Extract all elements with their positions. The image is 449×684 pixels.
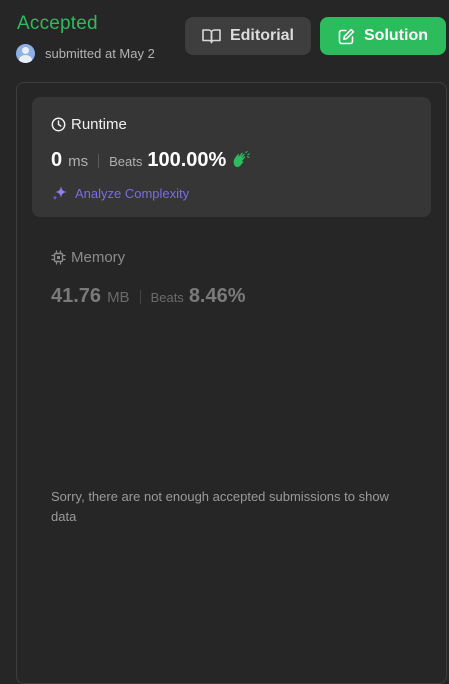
- editorial-label: Editorial: [229, 27, 294, 44]
- runtime-panel[interactable]: Runtime 0 ms Beats 100.00% Analyze Compl…: [32, 97, 431, 217]
- memory-value: 41.76: [51, 285, 102, 307]
- solution-button[interactable]: Solution: [320, 17, 446, 55]
- submitted-row: submitted at May 2: [16, 43, 168, 63]
- runtime-divider: [98, 154, 100, 168]
- runtime-beats-value: 100.00%: [147, 149, 227, 171]
- status-accepted: Accepted: [17, 13, 98, 34]
- editorial-button[interactable]: Editorial: [185, 17, 311, 55]
- sparkle-icon: [52, 186, 67, 201]
- user-avatar-icon[interactable]: [16, 43, 35, 63]
- submitted-time: submitted at May 2: [45, 45, 155, 61]
- clock-icon: [51, 117, 66, 132]
- analyze-complexity-label: Analyze Complexity: [75, 185, 190, 201]
- memory-stat-row: 41.76 MB Beats 8.46%: [51, 285, 246, 308]
- edit-icon: [338, 28, 355, 44]
- submission-stats-card: Runtime 0 ms Beats 100.00% Analyze Compl…: [16, 82, 447, 684]
- runtime-value: 0: [51, 149, 63, 171]
- clap-icon: [234, 151, 251, 168]
- solution-label: Solution: [364, 27, 428, 44]
- runtime-heading: Runtime: [51, 116, 127, 133]
- memory-heading[interactable]: Memory: [51, 249, 125, 266]
- memory-beats-label: Beats: [150, 290, 184, 305]
- runtime-stat-row: 0 ms Beats 100.00%: [51, 149, 251, 172]
- chip-icon: [51, 250, 66, 265]
- memory-beats-value: 8.46%: [188, 285, 246, 307]
- book-icon: [202, 29, 221, 44]
- memory-heading-label: Memory: [71, 249, 126, 266]
- runtime-unit: ms: [68, 153, 89, 170]
- memory-divider: [139, 290, 141, 304]
- memory-unit: MB: [107, 289, 130, 306]
- submission-header: Accepted submitted at May 2 Editorial So…: [0, 0, 449, 80]
- runtime-beats-label: Beats: [109, 154, 143, 169]
- runtime-heading-label: Runtime: [71, 116, 127, 133]
- analyze-complexity-link[interactable]: Analyze Complexity: [51, 184, 189, 202]
- insufficient-data-notice: Sorry, there are not enough accepted sub…: [51, 489, 389, 524]
